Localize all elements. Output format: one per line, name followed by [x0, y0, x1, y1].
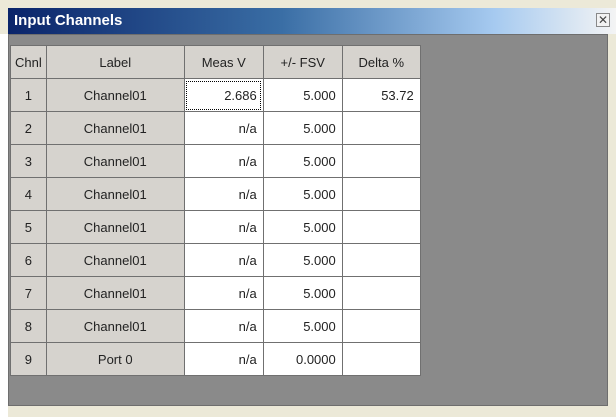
fsv-cell[interactable]: 5.000 [262, 309, 343, 343]
chnl-cell[interactable]: 8 [10, 309, 47, 343]
table-body: 1 Channel01 2.686 5.000 53.72 2 Channel01 n/a 5.… [10, 78, 421, 376]
delta-cell[interactable] [341, 210, 421, 244]
table-row: 7 Channel01 n/a 5.000 [10, 276, 421, 310]
label-cell[interactable]: Channel01 [45, 177, 185, 211]
meas-v-cell[interactable]: n/a [183, 144, 264, 178]
col-header-delta[interactable]: Delta % [341, 45, 421, 79]
label-cell[interactable]: Channel01 [45, 78, 185, 112]
fsv-cell[interactable]: 0.0000 [262, 342, 343, 376]
input-channels-window: Input Channels ✕ Chnl Label Meas V +/- F… [0, 0, 616, 417]
table-row: 9 Port 0 n/a 0.0000 [10, 342, 421, 376]
meas-v-cell[interactable]: 2.686 [183, 78, 264, 112]
fsv-cell[interactable]: 5.000 [262, 177, 343, 211]
meas-v-cell[interactable]: n/a [183, 276, 264, 310]
col-header-meas-v[interactable]: Meas V [183, 45, 264, 79]
table-row: 4 Channel01 n/a 5.000 [10, 177, 421, 211]
label-cell[interactable]: Channel01 [45, 243, 185, 277]
chnl-cell[interactable]: 6 [10, 243, 47, 277]
channels-table: Chnl Label Meas V +/- FSV Delta % 1 Chann… [10, 45, 421, 376]
left-margin [0, 34, 8, 417]
fsv-cell[interactable]: 5.000 [262, 144, 343, 178]
delta-cell[interactable] [341, 243, 421, 277]
fsv-cell[interactable]: 5.000 [262, 78, 343, 112]
table-row: 8 Channel01 n/a 5.000 [10, 309, 421, 343]
chnl-cell[interactable]: 3 [10, 144, 47, 178]
title-bar[interactable]: Input Channels ✕ [8, 8, 616, 34]
label-cell[interactable]: Channel01 [45, 309, 185, 343]
meas-v-cell[interactable]: n/a [183, 177, 264, 211]
meas-v-cell[interactable]: n/a [183, 309, 264, 343]
fsv-cell[interactable]: 5.000 [262, 276, 343, 310]
label-cell[interactable]: Channel01 [45, 210, 185, 244]
delta-cell[interactable] [341, 309, 421, 343]
meas-v-cell[interactable]: n/a [183, 243, 264, 277]
delta-cell[interactable] [341, 276, 421, 310]
label-cell[interactable]: Port 0 [45, 342, 185, 376]
col-header-label[interactable]: Label [45, 45, 185, 79]
label-cell[interactable]: Channel01 [45, 144, 185, 178]
delta-cell[interactable] [341, 144, 421, 178]
table-row: 5 Channel01 n/a 5.000 [10, 210, 421, 244]
fsv-cell[interactable]: 5.000 [262, 243, 343, 277]
chnl-cell[interactable]: 4 [10, 177, 47, 211]
chnl-cell[interactable]: 2 [10, 111, 47, 145]
chnl-cell[interactable]: 1 [10, 78, 47, 112]
table-header-row: Chnl Label Meas V +/- FSV Delta % [10, 45, 421, 79]
col-header-fsv[interactable]: +/- FSV [262, 45, 343, 79]
meas-v-cell[interactable]: n/a [183, 210, 264, 244]
col-header-chnl[interactable]: Chnl [10, 45, 47, 79]
delta-cell[interactable]: 53.72 [341, 78, 421, 112]
chnl-cell[interactable]: 5 [10, 210, 47, 244]
delta-cell[interactable] [341, 342, 421, 376]
close-icon[interactable]: ✕ [596, 13, 610, 27]
label-cell[interactable]: Channel01 [45, 111, 185, 145]
label-cell[interactable]: Channel01 [45, 276, 185, 310]
fsv-cell[interactable]: 5.000 [262, 210, 343, 244]
table-row: 2 Channel01 n/a 5.000 [10, 111, 421, 145]
delta-cell[interactable] [341, 177, 421, 211]
delta-cell[interactable] [341, 111, 421, 145]
chnl-cell[interactable]: 7 [10, 276, 47, 310]
fsv-cell[interactable]: 5.000 [262, 111, 343, 145]
chnl-cell[interactable]: 9 [10, 342, 47, 376]
window-title: Input Channels [14, 12, 123, 29]
table-row: 6 Channel01 n/a 5.000 [10, 243, 421, 277]
meas-v-cell[interactable]: n/a [183, 342, 264, 376]
table-row: 3 Channel01 n/a 5.000 [10, 144, 421, 178]
meas-v-cell[interactable]: n/a [183, 111, 264, 145]
table-row: 1 Channel01 2.686 5.000 53.72 [10, 78, 421, 112]
